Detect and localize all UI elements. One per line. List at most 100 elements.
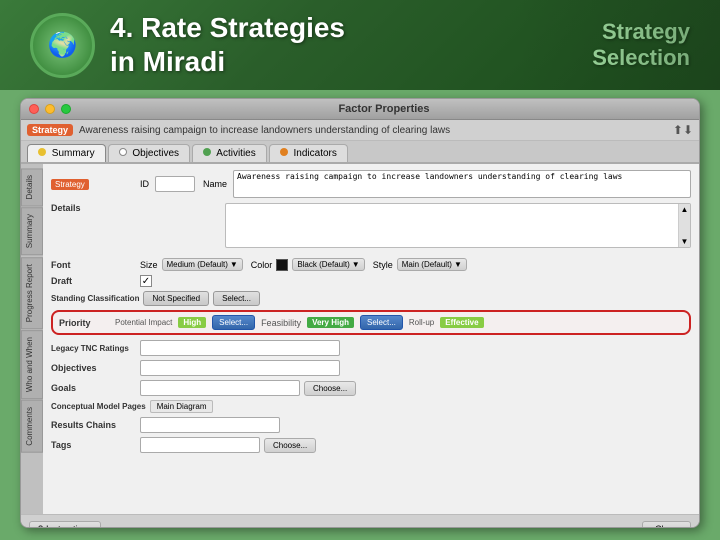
strategy-badge-form: Strategy [51,179,89,190]
title-line1: 4. Rate Strategies [110,11,345,45]
goals-input[interactable] [140,380,300,396]
close-btn-label: Close [655,524,678,529]
goals-label: Goals [51,383,136,393]
tags-input[interactable] [140,437,260,453]
bottom-bar: ? Instructions Close [21,514,699,528]
very-high-badge: Very High [307,317,354,328]
form-area: Strategy ID Name Awareness raising campa… [43,164,699,514]
style-value: Main (Default) [402,260,452,269]
color-arrow: ▼ [352,260,360,269]
strategy-name-bar: Awareness raising campaign to increase l… [79,125,667,136]
results-input[interactable] [140,417,280,433]
side-tab-details[interactable]: Details [21,168,43,206]
diagram-badge: Main Diagram [150,400,214,413]
objectives-row: Objectives [51,360,691,376]
color-value: Black (Default) [297,260,349,269]
high-badge: High [178,317,206,328]
tab-objectives[interactable]: Objectives [108,144,190,162]
id-input[interactable] [155,176,195,192]
close-traffic-light[interactable] [29,104,39,114]
legacy-label: Legacy TNC Ratings [51,344,136,353]
name-input[interactable]: Awareness raising campaign to increase l… [233,170,691,198]
strategy-bar: Strategy Awareness raising campaign to i… [21,120,699,141]
close-btn[interactable]: Close [642,521,691,529]
header-title: 4. Rate Strategies in Miradi [110,11,345,78]
activities-tab-dot [203,148,211,156]
size-select[interactable]: Medium (Default) ▼ [162,258,243,271]
logo-icon: 🌍 [48,31,78,60]
choose-tags-btn[interactable]: Choose... [264,438,316,453]
draft-label: Draft [51,276,136,286]
standing-value-btn[interactable]: Not Specified [143,291,209,306]
strategy-badge: Strategy [27,124,73,136]
select-btn-2-label: Select... [367,318,396,327]
standing-label: Standing Classification [51,294,139,303]
objectives-input[interactable] [140,360,340,376]
objectives-tab-dot [119,148,127,156]
standing-row: Standing Classification Not Specified Se… [51,291,691,306]
instructions-label: Instructions [46,524,92,529]
side-tab-who[interactable]: Who and When [21,330,43,399]
potential-impact-label: Potential Impact [115,318,172,327]
tab-indicators-label: Indicators [294,148,337,159]
title-line2: in Miradi [110,45,345,79]
draft-checkbox[interactable]: ✓ [140,275,152,287]
choose-tags-label: Choose... [273,441,307,450]
window-title: Factor Properties [77,103,691,115]
indicators-tab-dot [280,148,288,156]
id-label: ID [140,179,149,189]
instructions-btn[interactable]: ? Instructions [29,521,101,529]
style-select[interactable]: Main (Default) ▼ [397,258,467,271]
details-label: Details [51,203,136,213]
choose-goals-btn[interactable]: Choose... [304,381,356,396]
effective-badge: Effective [440,317,483,328]
size-label: Size [140,260,158,270]
feasibility-label: Feasibility [261,318,301,328]
body-area: Details Summary Progress Report Who and … [21,164,699,514]
style-label: Style [373,260,393,270]
tab-activities-label: Activities [216,148,255,159]
legacy-input[interactable] [140,340,340,356]
maximize-traffic-light[interactable] [61,104,71,114]
tab-summary-label: Summary [52,148,95,159]
main-content: Factor Properties Strategy Awareness rai… [0,90,720,540]
window-titlebar: Factor Properties [21,99,699,120]
header: 🌍 4. Rate Strategies in Miradi Strategy … [0,0,720,90]
side-tab-summary[interactable]: Summary [21,207,43,255]
details-scrollbar[interactable]: ▲ ▼ [678,204,690,247]
conceptual-label: Conceptual Model Pages [51,402,146,411]
font-row: Font Size Medium (Default) ▼ Color Black… [51,258,691,271]
tab-activities[interactable]: Activities [192,144,267,162]
rollup-label: Roll-up [409,318,434,327]
select-btn-2[interactable]: Select... [360,315,403,330]
size-value: Medium (Default) [167,260,228,269]
results-label: Results Chains [51,420,136,430]
standing-btn-label: Select... [222,294,251,303]
side-tab-comments[interactable]: Comments [21,400,43,453]
objectives-label: Objectives [51,363,136,373]
tab-indicators[interactable]: Indicators [269,144,348,162]
side-tab-progress[interactable]: Progress Report [21,257,43,329]
header-left: 🌍 4. Rate Strategies in Miradi [30,11,345,78]
conceptual-row: Conceptual Model Pages Main Diagram [51,400,691,413]
select-btn-1[interactable]: Select... [212,315,255,330]
draft-row: Draft ✓ [51,275,691,287]
font-label: Font [51,260,136,270]
minimize-traffic-light[interactable] [45,104,55,114]
strategy-id-name-row: Strategy ID Name Awareness raising campa… [51,170,691,198]
standing-select-btn[interactable]: Select... [213,291,260,306]
color-label: Color [251,260,273,270]
style-arrow: ▼ [454,260,462,269]
select-btn-1-label: Select... [219,318,248,327]
size-arrow: ▼ [230,260,238,269]
logo: 🌍 [30,13,95,78]
standing-value: Not Specified [152,294,200,303]
strategy-arrows[interactable]: ⬆⬇ [673,123,693,137]
choose-goals-label: Choose... [313,384,347,393]
help-icon: ? [38,524,43,529]
tags-label: Tags [51,440,136,450]
priority-section: Priority Potential Impact High Select...… [51,310,691,335]
tab-summary[interactable]: Summary [27,144,106,162]
color-select[interactable]: Black (Default) ▼ [292,258,364,271]
details-box[interactable]: ▲ ▼ [225,203,691,248]
